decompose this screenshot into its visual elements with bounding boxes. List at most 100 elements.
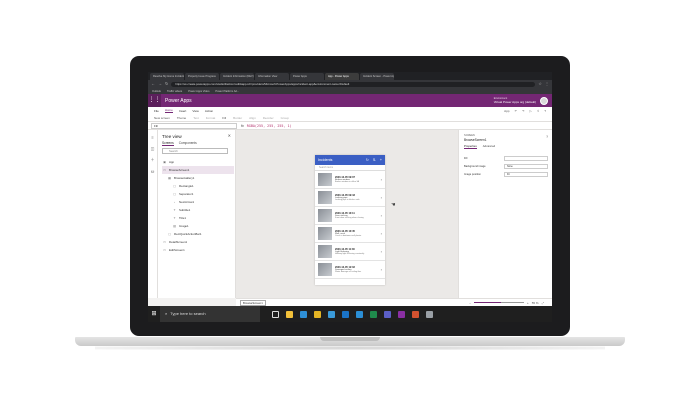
back-icon[interactable]: ← (151, 80, 155, 88)
powerpoint-icon[interactable] (412, 310, 419, 318)
chrome-icon[interactable] (314, 310, 321, 318)
align-button[interactable]: Align (249, 116, 256, 120)
bookmark-item[interactable]: Outlook (152, 90, 161, 93)
data-icon[interactable]: ⛁ (151, 169, 154, 174)
tree-item[interactable]: ▭ BrowseScreen1 (162, 166, 234, 174)
bookmark-item[interactable]: Traffic videos (167, 90, 182, 93)
menu-icon[interactable]: ⋮ (545, 80, 549, 88)
chevron-right-icon[interactable]: › (381, 267, 382, 272)
share-icon[interactable]: ⇪ (537, 109, 540, 113)
menu-file[interactable]: File (154, 109, 159, 113)
design-canvas[interactable]: Incidents ↻ ⇅ + Search items 2020-12-05 … (236, 130, 458, 298)
gallery-item[interactable]: 2020-12-05 09:07 Broken window Broken wind… (315, 171, 385, 189)
gallery-item[interactable]: 2020-12-05 11:30 Light flickering Hallway … (315, 243, 385, 261)
chevron-right-icon[interactable]: › (381, 195, 382, 200)
chevron-right-icon[interactable]: › (381, 249, 382, 254)
run-icon[interactable]: ▷ (530, 109, 532, 113)
fit-screen-icon[interactable]: ⤢ (542, 301, 544, 305)
teams-icon[interactable] (384, 310, 391, 318)
refresh-icon[interactable]: ↻ (366, 158, 369, 162)
menu-view[interactable]: View (192, 109, 198, 113)
close-icon[interactable]: ✕ (228, 133, 231, 138)
tree-item[interactable]: ▢ Rectangle1 (162, 182, 234, 190)
tree-item[interactable]: ▭ DetailScreen1 (162, 238, 234, 246)
tree-item[interactable]: ▢ RectQuickActionBar1 (162, 230, 234, 238)
tree-item[interactable]: ▣ App (162, 158, 234, 166)
mail-icon[interactable] (342, 310, 349, 318)
undo-icon[interactable]: ↶ (514, 109, 517, 113)
reload-icon[interactable]: ↻ (165, 80, 168, 88)
excel-icon[interactable] (370, 310, 377, 318)
sort-icon[interactable]: ⇅ (373, 158, 376, 162)
onenote-icon[interactable] (398, 310, 405, 318)
theme-button[interactable]: Theme (177, 116, 186, 120)
help-icon[interactable]: ? (546, 135, 548, 139)
app-checker-label[interactable]: App (504, 109, 509, 113)
tree-view-icon[interactable]: ◫ (151, 146, 155, 151)
url-field[interactable]: https://us.create.powerapps.com/studio/#… (171, 81, 536, 87)
menu-action[interactable]: Action (205, 109, 213, 113)
zoom-slider[interactable] (473, 302, 524, 303)
browser-tab[interactable]: Power Apps (290, 73, 324, 80)
hamburger-icon[interactable]: ≡ (151, 135, 153, 140)
group-button[interactable]: Group (281, 116, 289, 120)
chevron-right-icon[interactable]: › (381, 177, 382, 182)
format-button[interactable]: Format (206, 116, 216, 120)
tree-search-input[interactable]: Search (162, 148, 228, 154)
task-view-icon[interactable] (272, 310, 279, 318)
background-image-dropdown[interactable]: None (504, 164, 548, 169)
file-explorer-icon[interactable] (286, 310, 293, 318)
tree-item[interactable]: ▢ Separator1 (162, 190, 234, 198)
screen-selector[interactable]: BrowseScreen1 (240, 299, 266, 306)
avatar[interactable] (540, 96, 548, 105)
bookmark-item[interactable]: Power Platform Ad... (215, 90, 239, 93)
browser-tab[interactable]: Incident Information (DEV) (220, 73, 254, 80)
image-position-dropdown[interactable]: Fit (504, 172, 548, 177)
tab-components[interactable]: Components (179, 141, 197, 146)
browser-tab[interactable]: Incident Screen - Power Apps (360, 73, 394, 80)
chevron-right-icon[interactable]: › (381, 213, 382, 218)
zoom-out-icon[interactable]: − (469, 301, 471, 305)
insert-icon[interactable]: ＋ (151, 157, 155, 163)
environment-picker[interactable]: Environment Virtual Power Apps org (defa… (494, 97, 536, 104)
gallery-item[interactable]: 2020-12-05 12:02 Damaged ceiling Water dam… (315, 261, 385, 279)
tab-properties[interactable]: Properties (464, 144, 477, 149)
browser-tab[interactable]: App - Power Apps (325, 73, 359, 80)
fill-value[interactable] (504, 156, 548, 161)
gallery-item[interactable]: 2020-12-05 10:11 Door sticking Front door … (315, 207, 385, 225)
tree-item[interactable]: ▨ Image1 (162, 222, 234, 230)
redo-icon[interactable]: ↷ (522, 109, 525, 113)
chevron-right-icon[interactable]: › (381, 231, 382, 236)
browser-tab[interactable]: Resolve My Home Incidents (150, 73, 184, 80)
help-icon[interactable]: ? (544, 109, 546, 113)
property-dropdown[interactable]: Fill (151, 122, 237, 129)
edge-icon[interactable] (300, 310, 307, 318)
browser-tab[interactable]: Property Issue Progress (185, 73, 219, 80)
windows-start-icon[interactable]: ⊞ (148, 306, 160, 322)
taskbar-search[interactable]: ⌕ Type here to search (160, 306, 260, 322)
reorder-button[interactable]: Reorder (263, 116, 274, 120)
settings-icon[interactable] (426, 310, 433, 318)
gallery-item[interactable]: 2020-12-05 10:45 Wall crack Crack in bedro… (315, 225, 385, 243)
tree-item[interactable]: › NextArrow1 (162, 198, 234, 206)
star-icon[interactable]: ☆ (538, 80, 542, 88)
bookmark-item[interactable]: Power Apps Video (188, 90, 209, 93)
forward-icon[interactable]: → (158, 80, 162, 88)
tree-item[interactable]: T Subtitle1 (162, 206, 234, 214)
tree-item[interactable]: T Title1 (162, 214, 234, 222)
zoom-in-icon[interactable]: + (527, 301, 529, 305)
app-preview[interactable]: Incidents ↻ ⇅ + Search items 2020-12-05 … (315, 155, 385, 285)
waffle-icon[interactable]: ⋮⋮ (148, 94, 161, 107)
tree-item[interactable]: ▦ BrowseGallery1 (162, 174, 234, 182)
ie-icon[interactable] (328, 310, 335, 318)
browser-tab[interactable]: Information View (255, 73, 289, 80)
fill-button[interactable]: Fill (222, 116, 226, 120)
add-icon[interactable]: + (380, 158, 382, 162)
border-button[interactable]: Border (233, 116, 242, 120)
menu-insert[interactable]: Insert (179, 109, 187, 113)
tab-advanced[interactable]: Advanced (483, 144, 495, 149)
menu-home[interactable]: Home (164, 108, 173, 113)
tree-item[interactable]: ▭ EditScreen1 (162, 246, 234, 254)
gallery-item[interactable]: 2020-12-05 09:43 Leaking pipe Leaking pipe… (315, 189, 385, 207)
text-button[interactable]: Text (193, 116, 199, 120)
